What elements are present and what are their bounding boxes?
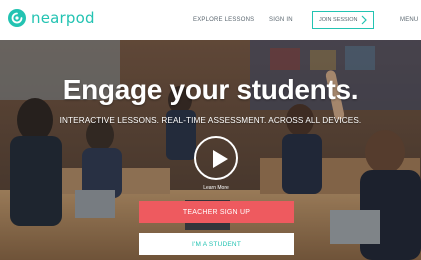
learn-more-label[interactable]: Learn More	[192, 185, 240, 191]
hero-subheadline: INTERACTIVE LESSONS. REAL-TIME ASSESSMEN…	[59, 116, 362, 125]
hero-headline: Engage your students.	[62, 74, 359, 105]
arrow-right-icon	[361, 15, 367, 25]
menu-button[interactable]: MENU	[400, 17, 418, 23]
top-navigation-bar: nearpod EXPLORE LESSONS SIGN IN JOIN SES…	[0, 0, 421, 40]
nearpod-logo-icon	[8, 9, 26, 27]
nav-explore-lessons-link[interactable]: EXPLORE LESSONS	[193, 17, 254, 23]
hero-section: Engage your students. INTERACTIVE LESSON…	[0, 40, 421, 260]
teacher-sign-up-button[interactable]: TEACHER SIGN UP	[139, 201, 294, 223]
nearpod-logo[interactable]: nearpod	[8, 9, 95, 27]
join-session-label: JOIN SESSION	[319, 17, 358, 23]
play-video-button[interactable]	[194, 136, 238, 180]
logo-text: nearpod	[31, 9, 95, 27]
student-button[interactable]: I'M A STUDENT	[139, 233, 294, 255]
play-icon	[213, 150, 228, 168]
nav-sign-in-link[interactable]: SIGN IN	[269, 17, 293, 23]
join-session-button[interactable]: JOIN SESSION	[312, 11, 374, 29]
